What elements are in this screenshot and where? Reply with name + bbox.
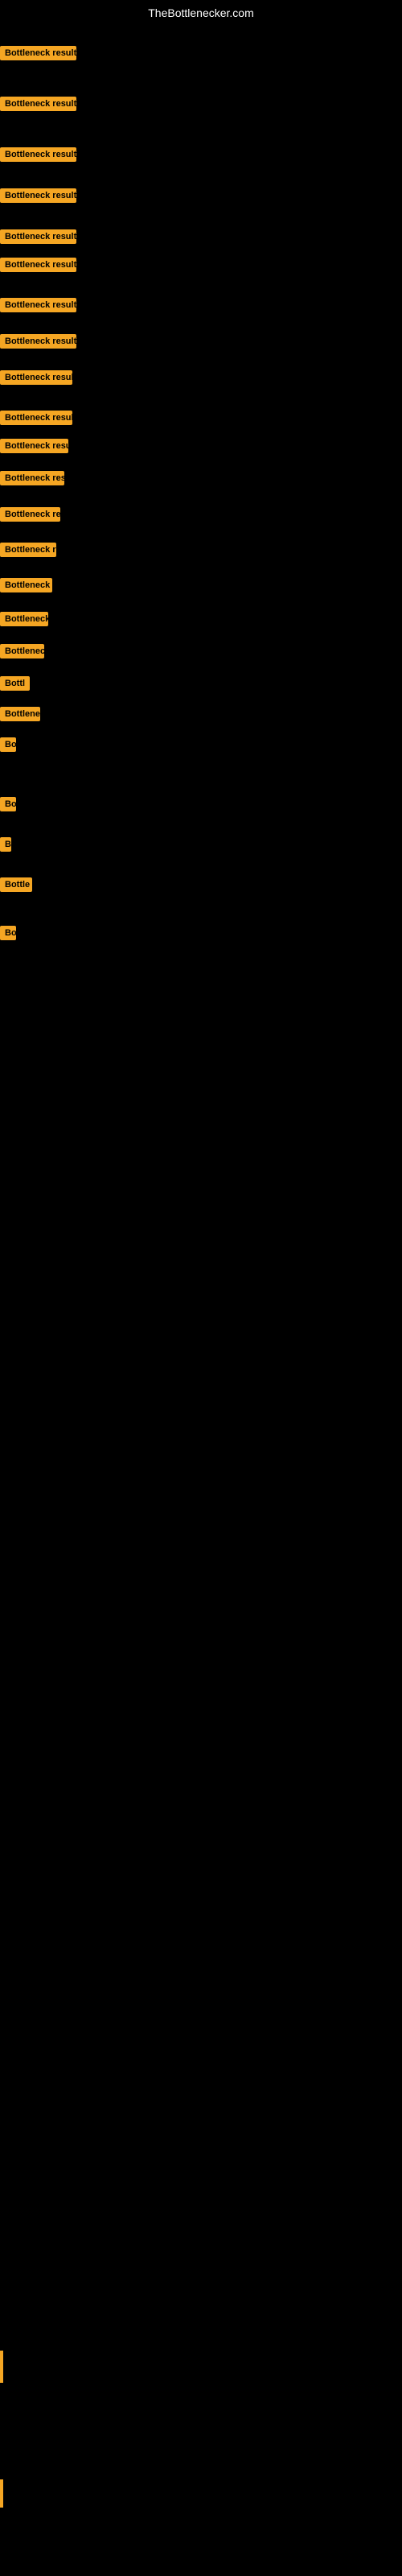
bottleneck-badge-19: Bo bbox=[0, 737, 16, 752]
bottleneck-badge-0: Bottleneck result bbox=[0, 46, 76, 60]
bottleneck-badge-2: Bottleneck result bbox=[0, 147, 76, 162]
bottleneck-badge-6: Bottleneck result bbox=[0, 298, 76, 312]
bottleneck-badge-5: Bottleneck result bbox=[0, 258, 76, 272]
bottleneck-badge-18: Bottlene bbox=[0, 707, 40, 721]
bottleneck-badge-4: Bottleneck result bbox=[0, 229, 76, 244]
bottleneck-badge-23: Bo bbox=[0, 926, 16, 940]
bottleneck-badge-17: Bottl bbox=[0, 676, 30, 691]
bottleneck-badge-22: Bottle bbox=[0, 877, 32, 892]
bottleneck-badge-20: Bo bbox=[0, 797, 16, 811]
bottleneck-badge-9: Bottleneck result bbox=[0, 411, 72, 425]
bottleneck-badge-14: Bottleneck res bbox=[0, 578, 52, 592]
bottleneck-badge-21: B bbox=[0, 837, 11, 852]
bottleneck-badge-15: Bottleneck re bbox=[0, 612, 48, 626]
bottleneck-badge-7: Bottleneck result bbox=[0, 334, 76, 349]
vertical-line-0 bbox=[0, 2351, 3, 2383]
site-title: TheBottlenecker.com bbox=[148, 6, 254, 19]
bottleneck-badge-3: Bottleneck result bbox=[0, 188, 76, 203]
bottleneck-badge-16: Bottleneck bbox=[0, 644, 44, 658]
bottleneck-badge-11: Bottleneck result bbox=[0, 471, 64, 485]
bottleneck-badge-8: Bottleneck result bbox=[0, 370, 72, 385]
bottleneck-badge-10: Bottleneck result bbox=[0, 439, 68, 453]
vertical-line-1 bbox=[0, 2479, 3, 2508]
bottleneck-badge-13: Bottleneck res bbox=[0, 543, 56, 557]
bottleneck-badge-1: Bottleneck result bbox=[0, 97, 76, 111]
bottleneck-badge-12: Bottleneck res bbox=[0, 507, 60, 522]
